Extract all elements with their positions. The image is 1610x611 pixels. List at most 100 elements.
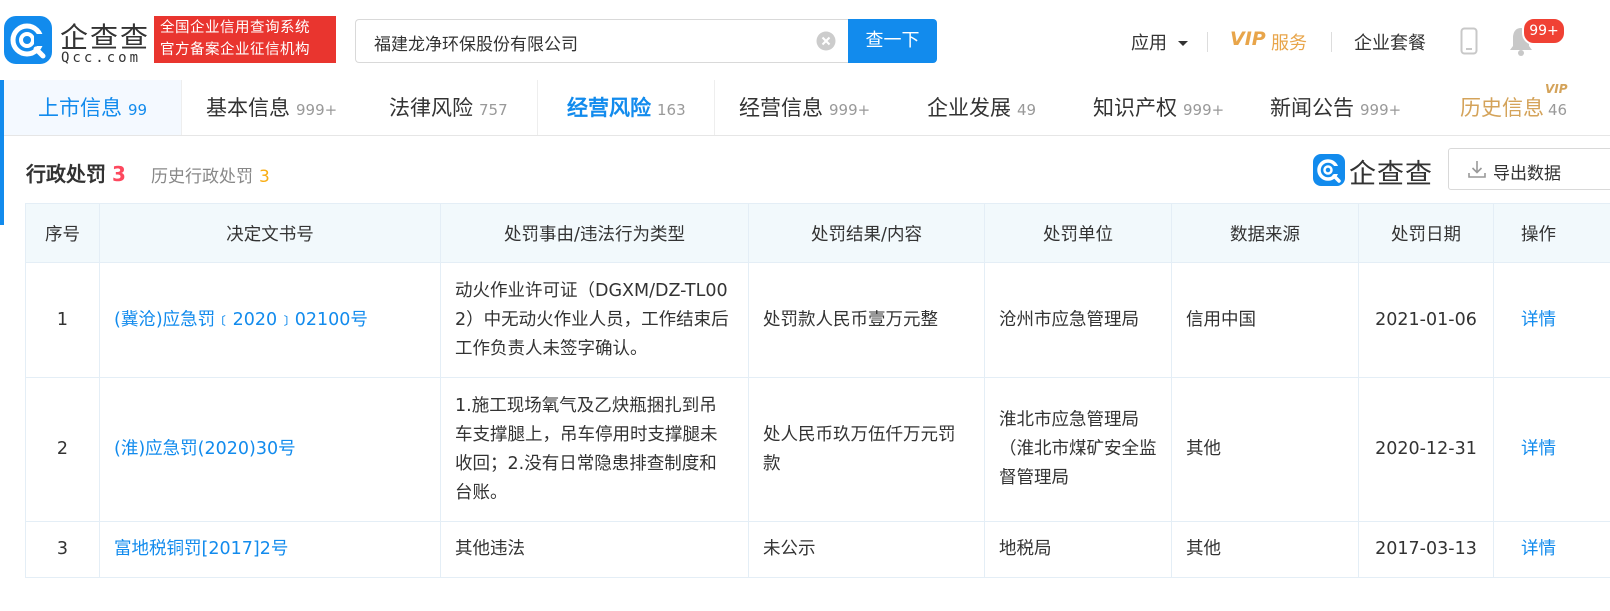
- section-title-label: 行政处罚: [26, 162, 106, 186]
- penalty-table: 序号 决定文书号 处罚事由/违法行为类型 处罚结果/内容 处罚单位 数据来源 处…: [25, 203, 1610, 578]
- history-penalty-link[interactable]: 历史行政处罚 3: [151, 162, 270, 187]
- mobile-phone-icon[interactable]: [1460, 27, 1478, 55]
- tab-basic-info[interactable]: 基本信息 999+: [206, 80, 337, 135]
- tab-operating-info[interactable]: 经营信息 999+: [739, 80, 870, 135]
- cell-unit: 沧州市应急管理局: [984, 262, 1172, 378]
- detail-link[interactable]: 详情: [1521, 539, 1556, 559]
- tab-label: 新闻公告: [1270, 96, 1354, 120]
- cell-no: 2: [25, 377, 100, 522]
- cell-reason: 动火作业许可证（DGXM/DZ-TL002）中无动火作业人员，工作结束后工作负责…: [440, 262, 749, 378]
- cell-source: 其他: [1171, 377, 1359, 522]
- vip-label[interactable]: VIP: [1230, 28, 1266, 50]
- detail-link[interactable]: 详情: [1521, 310, 1556, 330]
- tab-operational-risk[interactable]: 经营风险 163: [567, 80, 686, 135]
- qcc-logo[interactable]: 企查查 Qcc.com: [4, 16, 154, 66]
- tab-count: 163: [657, 101, 686, 119]
- certification-slogan: 全国企业信用查询系统 官方备案企业征信机构: [154, 16, 336, 63]
- search-input[interactable]: [372, 21, 816, 63]
- column-header: 操作: [1493, 203, 1610, 263]
- tab-count: 49: [1017, 101, 1037, 119]
- tab-count: 99: [128, 101, 148, 119]
- search-button[interactable]: 查一下: [848, 19, 937, 63]
- tab-legal-risk[interactable]: 法律风险 757: [389, 80, 508, 135]
- cell-result: 未公示: [748, 521, 985, 578]
- export-data-button[interactable]: 导出数据: [1448, 148, 1610, 190]
- column-header: 处罚结果/内容: [748, 203, 985, 263]
- slogan-line-2: 官方备案企业征信机构: [160, 42, 310, 58]
- cell-date: 2021-01-06: [1358, 262, 1494, 378]
- tab-count: 999+: [296, 101, 338, 119]
- cell-reason: 其他违法: [440, 521, 749, 578]
- cell-doc: 富地税铜罚[2017]2号: [99, 521, 441, 578]
- table-row: 2 (淮)应急罚(2020)30号 1.施工现场氧气及乙炔瓶捆扎到吊车支撑腿上，…: [25, 377, 1610, 522]
- tab-label: 企业发展: [927, 96, 1011, 120]
- table-header-row: 序号 决定文书号 处罚事由/违法行为类型 处罚结果/内容 处罚单位 数据来源 处…: [25, 203, 1610, 263]
- tab-vip-tag: VIP: [1545, 82, 1568, 96]
- top-header: 企查查 Qcc.com 全国企业信用查询系统 官方备案企业征信机构 查一下 应用…: [0, 0, 1610, 81]
- cell-result: 处罚款人民币壹万元整: [748, 262, 985, 378]
- cell-doc: (淮)应急罚(2020)30号: [99, 377, 441, 522]
- cell-source: 其他: [1171, 521, 1359, 578]
- download-icon: [1468, 161, 1486, 178]
- cell-action: 详情: [1493, 262, 1610, 378]
- search-box: [355, 19, 849, 63]
- section-title: 行政处罚 3: [26, 158, 126, 187]
- tab-count: 757: [479, 101, 508, 119]
- logo-domain: Qcc.com: [61, 50, 142, 66]
- category-tabs: 上市信息 99 基本信息 999+ 法律风险 757 经营风险 163 经营信息 999+…: [0, 80, 1610, 136]
- nav-divider: [1207, 32, 1208, 52]
- cell-no: 1: [25, 262, 100, 378]
- cell-result: 处人民币玖万伍仟万元罚款: [748, 377, 985, 522]
- tab-history-info[interactable]: 历史信息: [1460, 80, 1544, 135]
- decision-doc-link[interactable]: 富地税铜罚[2017]2号: [114, 539, 288, 559]
- vip-service-label[interactable]: 服务: [1271, 29, 1307, 55]
- tab-listing-info[interactable]: 上市信息 99: [38, 80, 147, 135]
- nav-divider: [1331, 32, 1332, 52]
- tab-label: 上市信息: [38, 96, 122, 120]
- tab-history-count: 46: [1548, 101, 1568, 119]
- cell-reason: 1.施工现场氧气及乙炔瓶捆扎到吊车支撑腿上，吊车停用时支撑腿未收回；2.没有日常…: [440, 377, 749, 522]
- cell-source: 信用中国: [1171, 262, 1359, 378]
- table-row: 3 富地税铜罚[2017]2号 其他违法 未公示 地税局 其他 2017-03-…: [25, 521, 1610, 578]
- notification-badge: 99+: [1522, 17, 1566, 45]
- tab-label: 经营风险: [567, 96, 651, 120]
- caret-down-icon: [1177, 41, 1188, 46]
- tab-enterprise-development[interactable]: 企业发展 49: [927, 80, 1036, 135]
- column-header: 处罚单位: [984, 203, 1172, 263]
- export-data-label: 导出数据: [1493, 164, 1561, 184]
- tab-count: 999+: [829, 101, 871, 119]
- qcc-logo-icon: [4, 16, 52, 64]
- qcc-small-logo-text: 企查查: [1349, 159, 1433, 190]
- tab-label: 知识产权: [1093, 96, 1177, 120]
- tab-divider: [181, 80, 182, 135]
- decision-doc-link[interactable]: (淮)应急罚(2020)30号: [114, 439, 296, 459]
- tab-label: 法律风险: [389, 96, 473, 120]
- tab-label: 经营信息: [739, 96, 823, 120]
- tab-intellectual-property[interactable]: 知识产权 999+: [1093, 80, 1224, 135]
- column-header: 处罚日期: [1358, 203, 1494, 263]
- slogan-line-1: 全国企业信用查询系统: [160, 20, 310, 36]
- nav-enterprise-package[interactable]: 企业套餐: [1354, 29, 1426, 55]
- section-count: 3: [112, 162, 126, 186]
- cell-date: 2017-03-13: [1358, 521, 1494, 578]
- cell-no: 3: [25, 521, 100, 578]
- column-header: 决定文书号: [99, 203, 441, 263]
- tab-divider: [537, 80, 538, 135]
- tab-label: 基本信息: [206, 96, 290, 120]
- column-header: 数据来源: [1171, 203, 1359, 263]
- tab-count: 999+: [1183, 101, 1225, 119]
- cell-doc: (冀沧)应急罚﹝2020﹞02100号: [99, 262, 441, 378]
- history-penalty-count: 3: [259, 167, 270, 187]
- tab-label: 历史信息: [1460, 96, 1544, 120]
- cell-unit: 地税局: [984, 521, 1172, 578]
- nav-apps[interactable]: 应用: [1131, 29, 1189, 55]
- decision-doc-link[interactable]: (冀沧)应急罚﹝2020﹞02100号: [114, 310, 368, 330]
- qcc-small-logo-icon: [1313, 154, 1345, 186]
- table-row: 1 (冀沧)应急罚﹝2020﹞02100号 动火作业许可证（DGXM/DZ-TL…: [25, 262, 1610, 378]
- tab-news-announcements[interactable]: 新闻公告 999+: [1270, 80, 1401, 135]
- detail-link[interactable]: 详情: [1521, 439, 1556, 459]
- clear-search-icon[interactable]: [816, 31, 836, 51]
- cell-action: 详情: [1493, 377, 1610, 522]
- tab-count: 999+: [1360, 101, 1402, 119]
- column-header: 序号: [25, 203, 100, 263]
